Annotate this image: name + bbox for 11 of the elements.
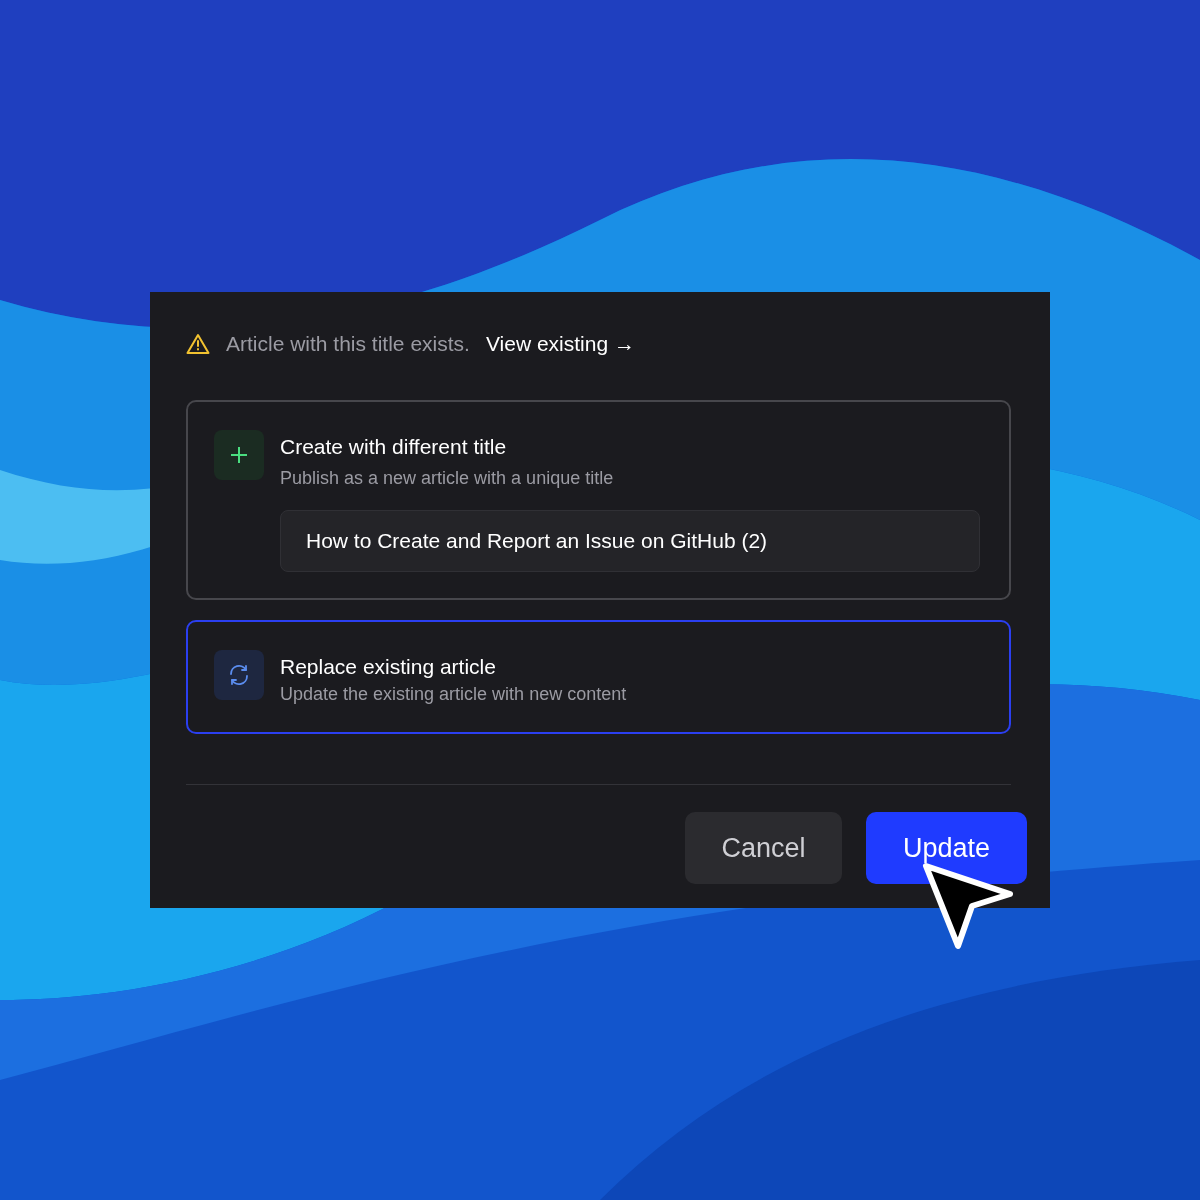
option-title: Replace existing article	[280, 653, 497, 679]
warning-message: Article with this title exists.	[226, 331, 470, 357]
option-title: Create with different title	[280, 433, 508, 459]
update-button[interactable]: Update	[866, 812, 1027, 885]
view-existing-link[interactable]: View existing →	[485, 328, 635, 360]
cancel-button[interactable]: Cancel	[685, 812, 842, 885]
option-card[interactable]: Create with different title Publish as a new article with a unique title How to Create and Report an Issue on GitHub (2)	[186, 399, 1011, 600]
option-description: Update the existing article with new content	[280, 682, 627, 706]
title-field[interactable]: How to Create and Report an Issue on GitHub (2)	[280, 510, 980, 572]
option-card[interactable]: Replace existing article Update the existing article with new content	[186, 619, 1011, 735]
option-description: Publish as a new article with a unique title	[280, 466, 615, 490]
